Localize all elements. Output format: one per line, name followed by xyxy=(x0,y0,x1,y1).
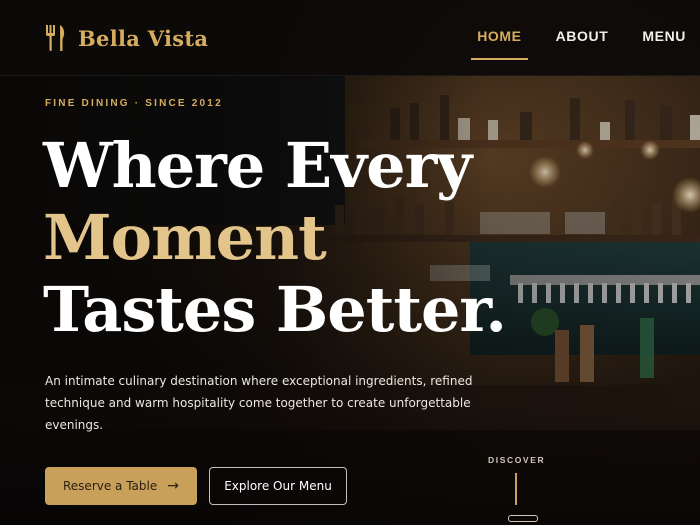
scroll-indicator-line xyxy=(515,473,517,505)
explore-menu-label: Explore Our Menu xyxy=(224,479,332,493)
fork-knife-icon xyxy=(46,25,65,51)
brand-logo[interactable]: Bella Vista xyxy=(44,25,208,51)
explore-menu-button[interactable]: Explore Our Menu xyxy=(209,467,347,505)
nav-about[interactable]: ABOUT xyxy=(556,28,609,54)
arrow-right-icon: → xyxy=(167,478,179,494)
reserve-table-label: Reserve a Table xyxy=(63,479,158,493)
headline-line-2: Moment xyxy=(43,201,327,274)
nav-menu[interactable]: MENU xyxy=(642,28,686,54)
headline-line-3: Tastes Better. xyxy=(43,273,507,346)
headline-line-1: Where Every xyxy=(43,129,472,202)
reserve-table-button[interactable]: Reserve a Table → xyxy=(45,467,197,505)
hero-eyebrow: FINE DINING · SINCE 2012 xyxy=(45,98,223,109)
main-nav: HOME ABOUT MENU xyxy=(443,28,686,60)
site-header: Bella Vista HOME ABOUT MENU xyxy=(0,0,700,76)
brand-name: Bella Vista xyxy=(78,25,209,51)
nav-home[interactable]: HOME xyxy=(471,28,529,60)
scroll-indicator[interactable] xyxy=(508,515,538,522)
hero-description: An intimate culinary destination where e… xyxy=(45,374,473,432)
discover-label[interactable]: DISCOVER xyxy=(488,455,544,465)
hero-headline: Where Every Moment Tastes Better. xyxy=(43,129,507,346)
